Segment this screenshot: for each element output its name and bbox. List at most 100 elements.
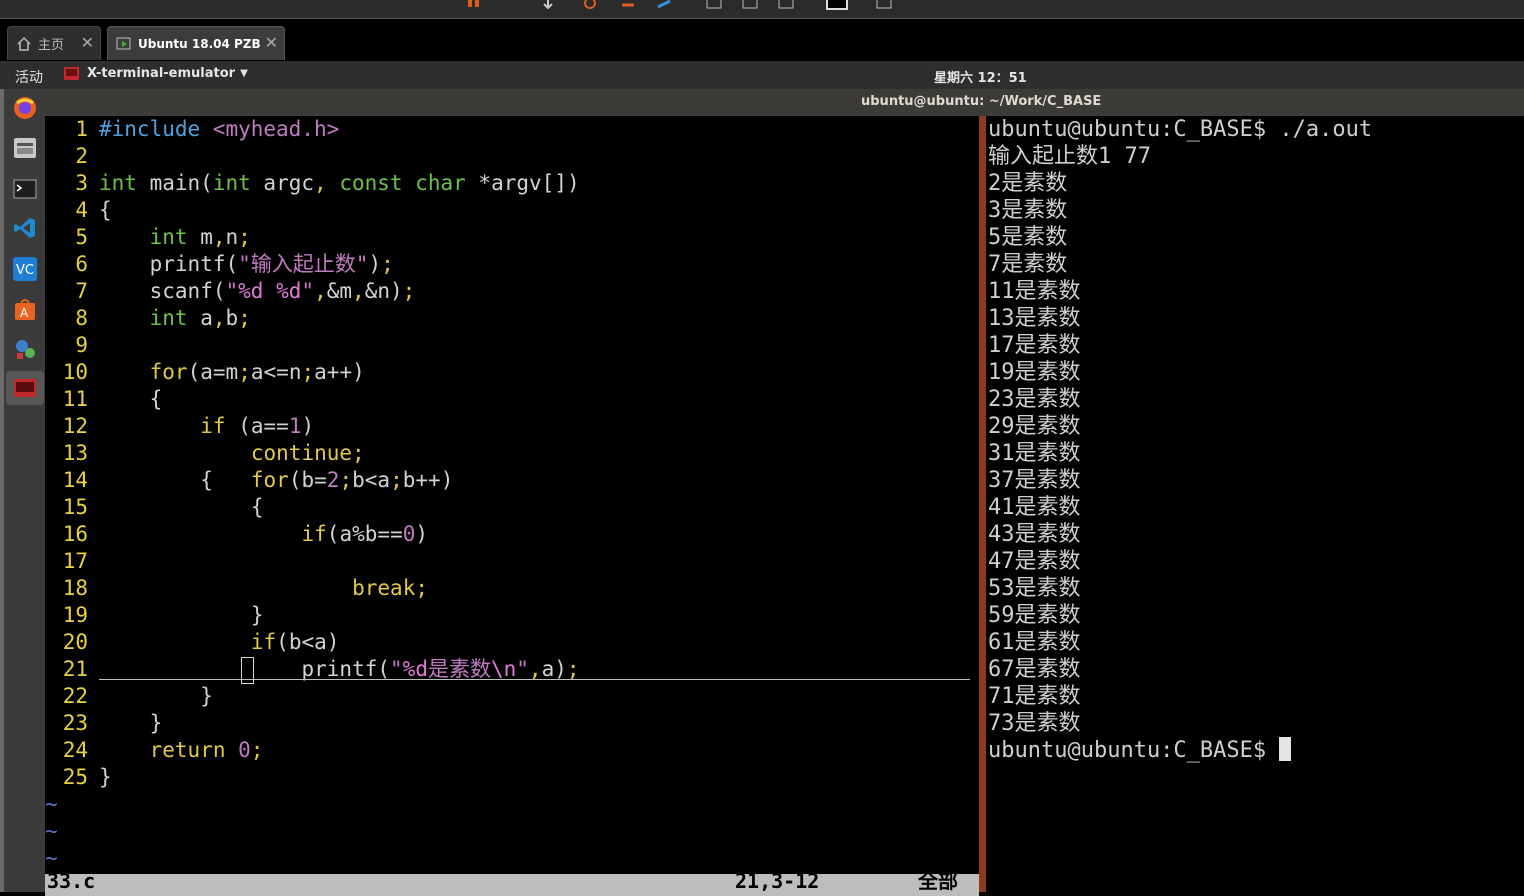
code-line: 16 if(a%b==0) [45,521,979,548]
code-text: { [149,387,163,411]
activities-button[interactable]: 活动 [15,67,43,87]
line-number: 22 [62,684,88,708]
code-line: 18 break; [45,575,979,602]
terminal-cursor [1279,737,1292,761]
terminal-pane[interactable]: ubuntu@ubuntu:C_BASE$ ./a.out 输入起止数1 77 2是… [986,116,1524,892]
code-line: 7 scanf("%d %d",&m,&n); [45,278,979,305]
code-text: { [99,198,112,222]
code-line: 11 { [45,386,979,413]
close-tab-icon[interactable]: ✕ [265,33,278,52]
gnome-top-bar: 活动 X-terminal-emulator ▼ 星期六 12：51 [0,61,1524,89]
code-text: return 0; [149,738,264,762]
terminal-line: 43是素数 [988,522,1081,547]
code-text: } [200,684,213,708]
x-terminal-dock-icon[interactable] [6,371,44,405]
code-text: } [250,603,264,627]
stretch-icon[interactable] [876,0,892,9]
code-line: 22 } [45,683,979,710]
terminal-line: 61是素数 [988,630,1081,655]
tab-home[interactable]: 主页 ✕ [7,26,101,60]
empty-line-tilde: ~ [45,846,58,870]
line-number: 2 [75,144,88,168]
line-number: 25 [62,765,88,789]
code-text: if (a==1) [200,414,315,438]
terminal-prompt: ubuntu@ubuntu:C_BASE$ [988,737,1292,764]
code-text: { [250,495,264,519]
terminal-line: 3是素数 [988,198,1068,223]
app-menu-button[interactable]: X-terminal-emulator ▼ [64,66,248,81]
line-number: 24 [62,738,88,762]
code-line: 9 [45,332,979,359]
vim-editor[interactable]: 1 #include <myhead.h> 2 3 int main(int argc,… [45,116,979,896]
terminal-line: 71是素数 [988,684,1081,709]
dock: VC A [0,89,45,892]
terminal-line: 17是素数 [988,333,1081,358]
system-settings-icon[interactable] [11,335,39,363]
terminal-icon[interactable] [11,175,39,203]
terminal-line: 53是素数 [988,576,1081,601]
snapshot-icon[interactable] [582,0,598,9]
svg-text:A: A [20,306,29,320]
terminal-line: 23是素数 [988,387,1081,412]
terminal-line: 7是素数 [988,252,1068,277]
code-text: int main(int argc, const char *argv[]) [99,171,580,195]
line-number: 1 [75,117,88,141]
fullscreen-icon[interactable] [778,0,794,9]
code-line: 20 if(b<a) [45,629,979,656]
terminal-line: 2是素数 [988,171,1068,196]
files-icon[interactable] [11,134,39,162]
revert-icon[interactable] [620,0,636,8]
split-divider[interactable] [979,116,986,892]
code-text: { for(b=2;b<a;b++) [200,468,454,492]
code-text: if(b<a) [250,630,340,654]
code-line: 17 [45,548,979,575]
code-line: 1 #include <myhead.h> [45,116,979,143]
line-number: 4 [75,198,88,222]
code-line: 3 int main(int argc, const char *argv[]) [45,170,979,197]
line-number: 20 [62,630,88,654]
power-icon[interactable] [466,0,482,8]
code-text: continue; [250,441,365,465]
code-text: break; [352,576,428,600]
line-number: 9 [75,333,88,357]
app-name: X-terminal-emulator [87,66,236,81]
vscode-icon[interactable] [11,214,39,242]
code-line: 2 [45,143,979,170]
code-line: 10 for(a=m;a<=n;a++) [45,359,979,386]
line-number: 10 [62,360,88,384]
window-title-bar[interactable]: ubuntu@ubuntu: ~/Work/C_BASE [45,89,1524,116]
window-icon[interactable] [742,0,758,9]
terminal-line: 41是素数 [988,495,1081,520]
terminal-line: ubuntu@ubuntu:C_BASE$ ./a.out [988,117,1373,142]
code-line: 4{ [45,197,979,224]
line-number: 7 [75,279,88,303]
terminal-line: 47是素数 [988,549,1081,574]
line-number: 19 [62,603,88,627]
line-number: 14 [62,468,88,492]
terminal-line: 37是素数 [988,468,1081,493]
line-number: 11 [62,387,88,411]
vc-icon[interactable]: VC [11,255,39,283]
close-tab-icon[interactable]: ✕ [81,33,94,52]
download-icon[interactable] [540,0,556,10]
line-number: 5 [75,225,88,249]
code-line: 5 int m,n; [45,224,979,251]
vm-toolbar [0,0,1524,19]
console-icon[interactable] [826,0,848,10]
terminal-line: 29是素数 [988,414,1081,439]
tab-ubuntu-vm[interactable]: Ubuntu 18.04 PZB ✕ [107,26,285,60]
vm-icon [116,36,132,52]
line-number: 17 [62,549,88,573]
vim-status-line: 33.c 21,3-12 全部 [45,874,979,896]
layout-icon[interactable] [706,0,722,9]
firefox-icon[interactable] [11,94,39,122]
clock[interactable]: 星期六 12：51 [934,67,1027,86]
manage-icon[interactable] [656,0,672,9]
software-center-icon[interactable]: A [11,295,39,323]
line-number: 23 [62,711,88,735]
code-line: 13 continue; [45,440,979,467]
home-icon [16,36,32,52]
code-text: for(a=m;a<=n;a++) [149,360,365,384]
code-line: 15 { [45,494,979,521]
terminal-line: 13是素数 [988,306,1081,331]
